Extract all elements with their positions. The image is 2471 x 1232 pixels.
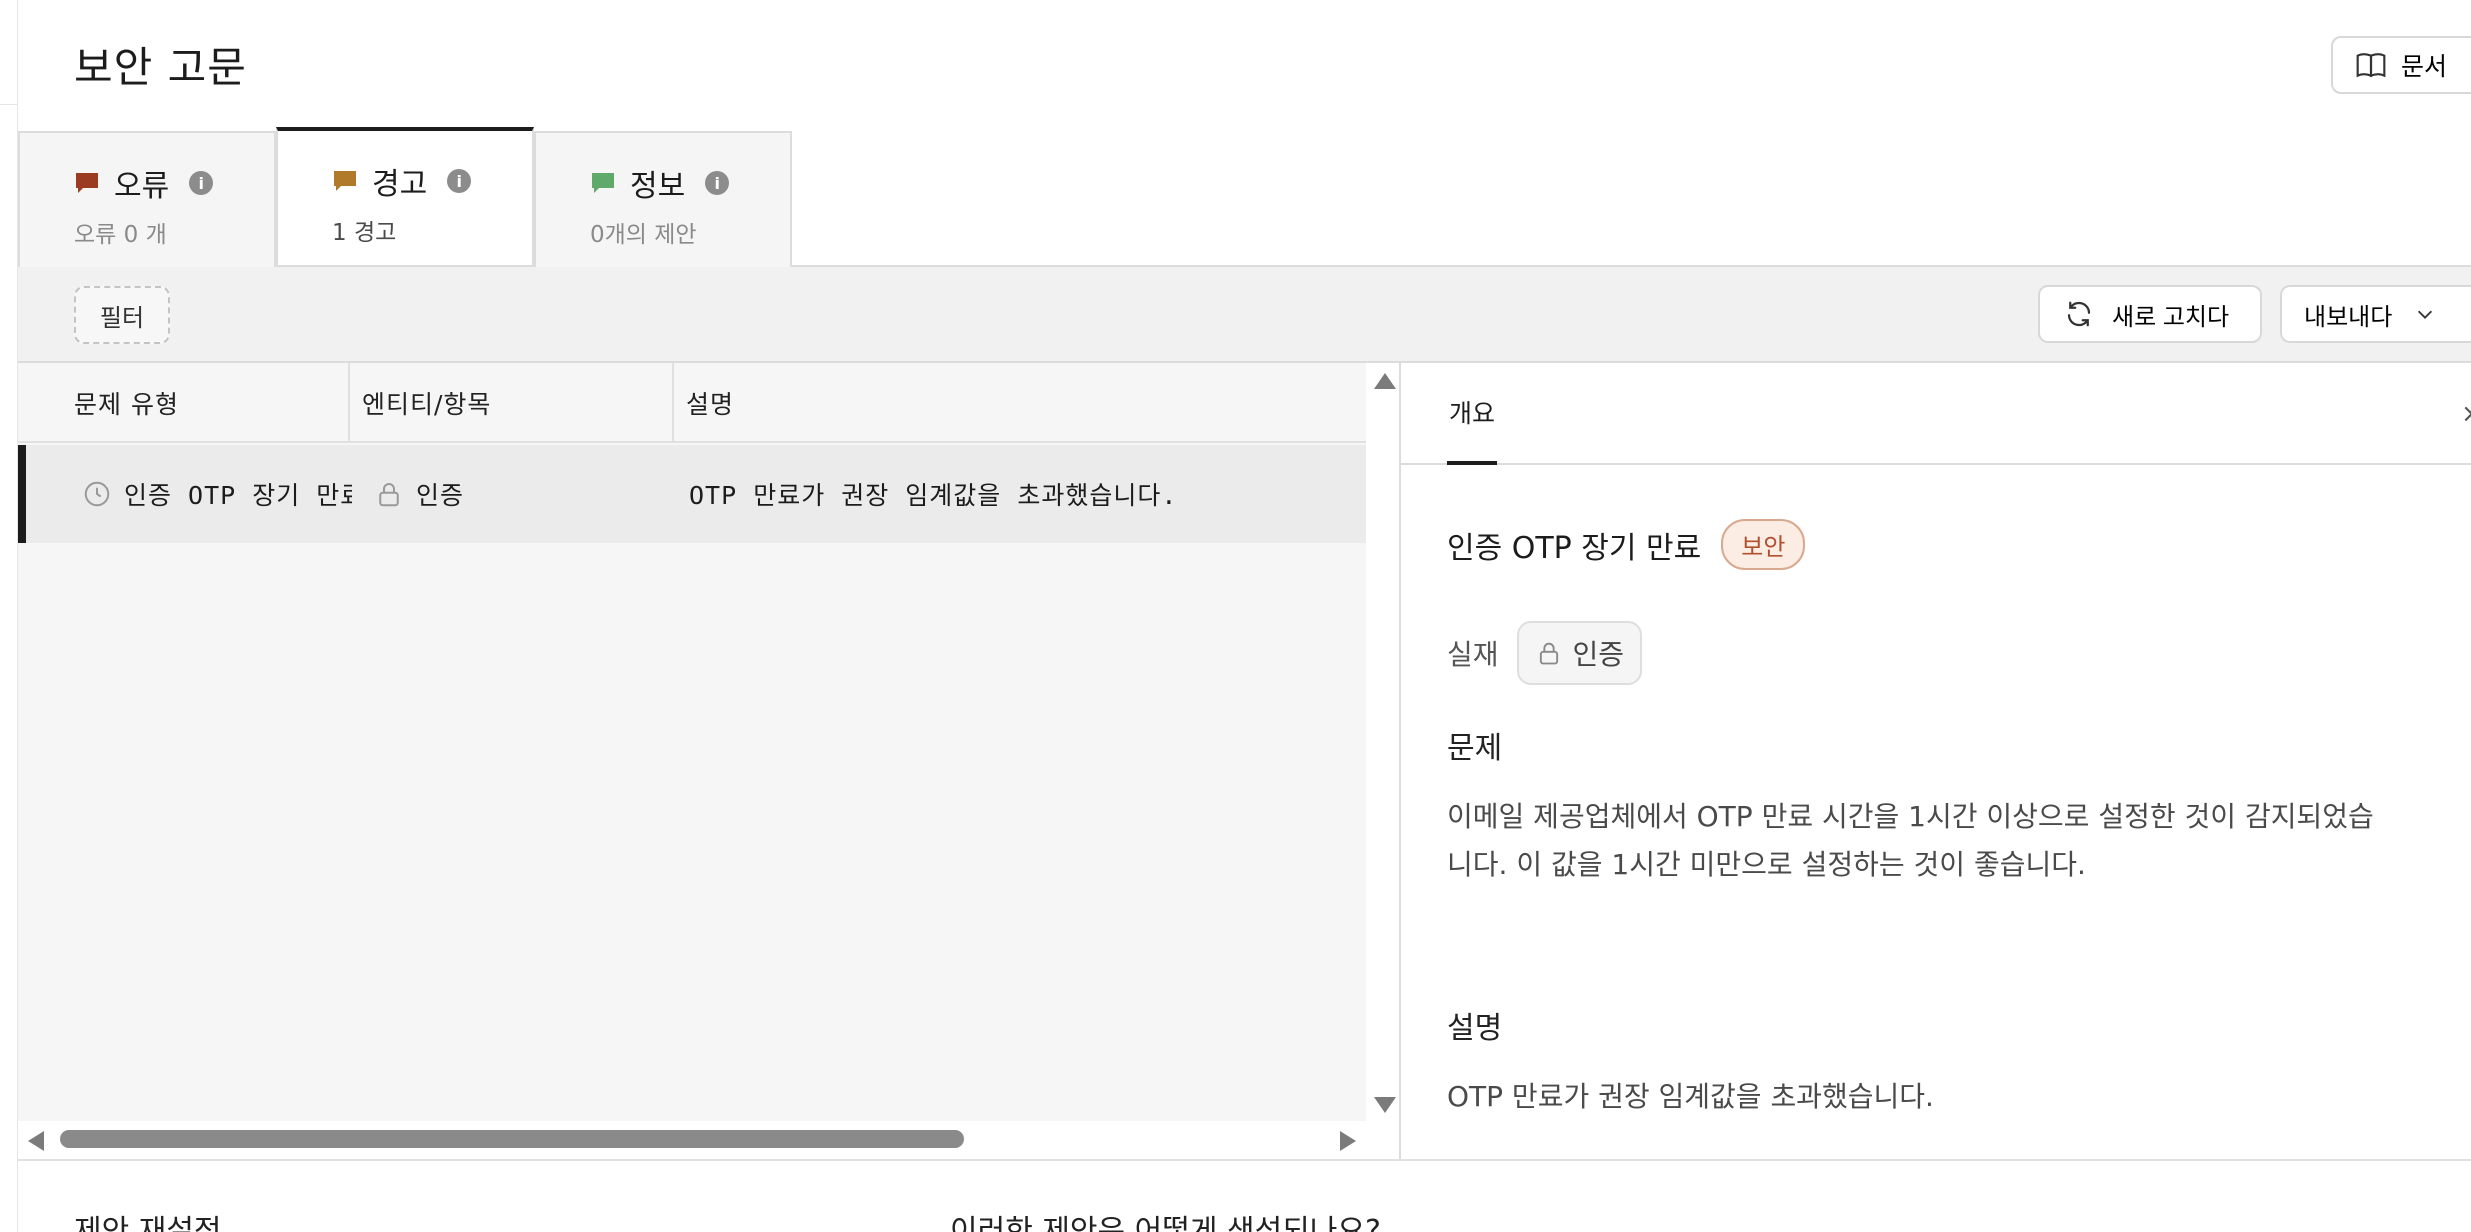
docs-label: 문서 <box>2401 53 2448 81</box>
problem-heading: 문제 <box>1447 731 1503 766</box>
info-icon[interactable]: i <box>705 171 730 195</box>
column-header-type[interactable]: 문제 유형 <box>18 363 350 443</box>
issue-type-text: 인증 OTP 장기 만료 <box>124 481 352 510</box>
table-header: 문제 유형 엔티티/항목 설명 <box>18 363 1366 443</box>
book-icon <box>2356 53 2386 78</box>
severity-tabs: 오류 i 오류 0 개 경고 i 1 경고 정보 i 0개의 제안 <box>18 127 2471 267</box>
page-title: 보안 고문 <box>74 43 247 92</box>
scroll-up-arrow[interactable] <box>1374 373 1396 389</box>
close-icon[interactable]: × <box>2461 399 2471 429</box>
problem-text-line: 니다. 이 값을 1시간 미만으로 설정하는 것이 좋습니다. <box>1447 848 2086 881</box>
refresh-label: 새로 고치다 <box>2112 303 2230 331</box>
entity-label: 실재 <box>1447 638 1499 671</box>
entity-row: 실재 인증 <box>1447 621 1643 685</box>
divider <box>18 1159 2471 1161</box>
cell-description: OTP 만료가 권장 임계값을 초과했습니다. <box>689 445 1366 543</box>
detail-panel: 개요 × 인증 OTP 장기 만료 보안 실재 인증 문제 이메일 제공업체에서… <box>1399 363 2471 1159</box>
tab-info-label: 정보 <box>630 169 686 204</box>
scroll-down-arrow[interactable] <box>1374 1097 1396 1113</box>
description-body: OTP 만료가 권장 임계값을 초과했습니다. <box>1447 1080 1934 1113</box>
info-icon[interactable]: i <box>447 169 472 193</box>
detail-tabs: 개요 × <box>1401 363 2471 465</box>
tab-errors-count: 오류 0 개 <box>74 222 167 248</box>
refresh-button[interactable]: 새로 고치다 <box>2038 285 2262 343</box>
flag-icon <box>592 173 614 193</box>
filter-button[interactable]: 필터 <box>74 286 170 344</box>
entity-text: 인증 <box>416 481 465 510</box>
tab-warnings-count: 1 경고 <box>332 220 397 246</box>
reset-suggestions-heading: 제안 재설정 <box>74 1214 222 1232</box>
tab-errors-label: 오류 <box>114 169 170 204</box>
category-badge: 보안 <box>1721 519 1806 570</box>
cell-issue-type: 인증 OTP 장기 만료 <box>82 445 352 543</box>
vertical-scrollbar[interactable] <box>1366 363 1402 1123</box>
tab-overview[interactable]: 개요 <box>1447 363 1498 465</box>
export-label: 내보내다 <box>2304 303 2393 331</box>
scroll-left-arrow[interactable] <box>28 1131 44 1151</box>
tab-warnings[interactable]: 경고 i 1 경고 <box>276 127 534 265</box>
lock-icon <box>1539 642 1558 665</box>
detail-title: 인증 OTP 장기 만료 <box>1447 530 1702 566</box>
scroll-thumb[interactable] <box>60 1130 964 1148</box>
scroll-right-arrow[interactable] <box>1340 1131 1356 1151</box>
clock-icon <box>84 481 110 507</box>
table-row[interactable]: 인증 OTP 장기 만료 인증 OTP 만료가 권장 임계값을 초과했습니다. <box>18 445 1366 543</box>
description-text: OTP 만료가 권장 임계값을 초과했습니다. <box>689 481 1178 510</box>
refresh-icon <box>2067 301 2091 327</box>
chevron-down-icon <box>2418 310 2433 319</box>
cell-entity: 인증 <box>374 445 674 543</box>
entity-chip[interactable]: 인증 <box>1516 621 1643 685</box>
tab-errors[interactable]: 오류 i 오류 0 개 <box>18 131 276 267</box>
tab-warnings-label: 경고 <box>372 167 428 202</box>
toolbar: 필터 새로 고치다 내보내다 <box>18 267 2471 363</box>
entity-chip-label: 인증 <box>1572 638 1625 671</box>
info-icon[interactable]: i <box>189 171 214 195</box>
issues-table: 문제 유형 엔티티/항목 설명 인증 OTP 장기 만료 인증 OTP 만료가 … <box>18 363 1402 1159</box>
column-header-entity[interactable]: 엔티티/항목 <box>350 363 674 443</box>
rail-divider <box>0 104 18 105</box>
tab-info-count: 0개의 제안 <box>590 222 697 248</box>
problem-text-line: 이메일 제공업체에서 OTP 만료 시간을 1시간 이상으로 설정한 것이 감지… <box>1447 800 2374 833</box>
tab-info[interactable]: 정보 i 0개의 제안 <box>534 131 792 267</box>
flag-icon <box>76 173 98 193</box>
docs-button[interactable]: 문서 <box>2331 36 2471 94</box>
problem-text: 이메일 제공업체에서 OTP 만료 시간을 1시간 이상으로 설정한 것이 감지… <box>1447 793 2452 889</box>
export-dropdown[interactable]: 내보내다 <box>2280 285 2471 343</box>
column-header-description[interactable]: 설명 <box>674 363 1366 443</box>
how-generated-heading: 이러한 제안은 어떻게 생성되나요? <box>950 1214 1381 1232</box>
left-rail <box>0 0 18 1232</box>
flag-icon <box>334 171 356 191</box>
horizontal-scrollbar[interactable] <box>18 1121 1366 1159</box>
lock-icon <box>379 483 399 507</box>
description-heading: 설명 <box>1447 1011 1503 1046</box>
detail-title-row: 인증 OTP 장기 만료 보안 <box>1447 519 1806 570</box>
